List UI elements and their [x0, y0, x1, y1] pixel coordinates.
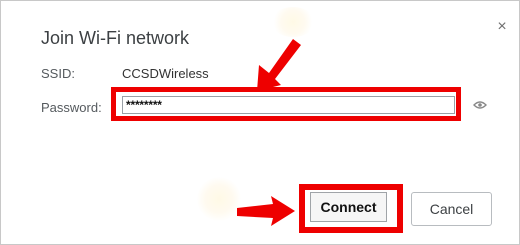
background-glow [197, 177, 241, 221]
dialog-title: Join Wi-Fi network [41, 28, 190, 48]
close-icon: × [497, 18, 507, 35]
password-label: Password: [41, 100, 102, 115]
eye-icon[interactable] [473, 100, 487, 110]
ssid-label: SSID: [41, 66, 75, 81]
background-glow [271, 7, 315, 37]
connect-button[interactable]: Connect [310, 192, 387, 222]
ssid-value: CCSDWireless [122, 66, 209, 81]
close-button[interactable]: × [494, 19, 510, 35]
arrow-annotation-icon [237, 196, 295, 226]
password-input[interactable] [122, 96, 455, 114]
cancel-button[interactable]: Cancel [411, 192, 492, 226]
join-wifi-dialog: Join Wi-Fi network × SSID: CCSDWireless … [0, 0, 520, 245]
arrow-annotation-icon [257, 39, 301, 91]
